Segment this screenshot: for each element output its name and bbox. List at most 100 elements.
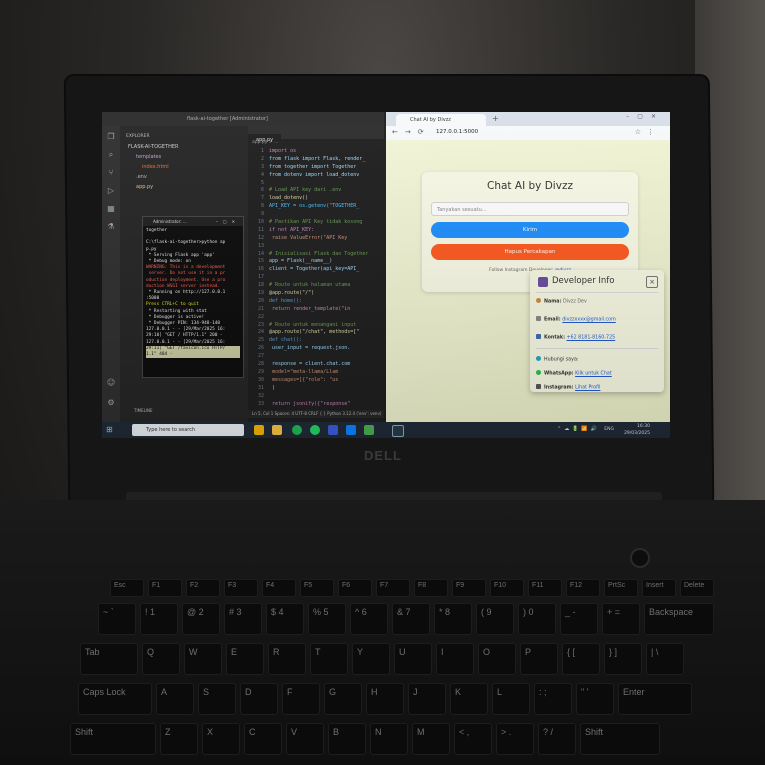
key-[interactable]: > . bbox=[496, 723, 534, 755]
key-n[interactable]: N bbox=[370, 723, 408, 755]
key-m[interactable]: M bbox=[412, 723, 450, 755]
key-[interactable]: | \ bbox=[646, 643, 684, 675]
terminal-window[interactable]: Administrator: ... –▢✕ together C:\flask… bbox=[142, 216, 244, 378]
vscode-editor[interactable]: app.py app.py > ... 1 import os 2 from flas… bbox=[248, 126, 384, 422]
windows-start-icon[interactable]: ⊞ bbox=[106, 425, 113, 435]
key-9[interactable]: ( 9 bbox=[476, 603, 514, 635]
key-z[interactable]: Z bbox=[160, 723, 198, 755]
search-icon[interactable]: ⌕ bbox=[106, 150, 116, 160]
key-e[interactable]: E bbox=[226, 643, 264, 675]
key-backspace[interactable]: Backspace bbox=[644, 603, 714, 635]
source-control-icon[interactable]: ⑂ bbox=[106, 168, 116, 178]
key-[interactable]: _ - bbox=[560, 603, 598, 635]
extensions-icon[interactable]: ▦ bbox=[106, 204, 116, 214]
key-b[interactable]: B bbox=[328, 723, 366, 755]
key-k[interactable]: K bbox=[450, 683, 488, 715]
key-x[interactable]: X bbox=[202, 723, 240, 755]
browser-tab[interactable]: Chat AI by Divzz bbox=[396, 114, 486, 126]
language-indicator[interactable]: ENG bbox=[604, 426, 614, 433]
key-f6[interactable]: F6 bbox=[338, 579, 372, 597]
url-field[interactable]: 127.0.0.1:5000 bbox=[436, 129, 478, 135]
key-5[interactable]: % 5 bbox=[308, 603, 346, 635]
vscode-icon[interactable] bbox=[346, 425, 356, 435]
key-[interactable]: ? / bbox=[538, 723, 576, 755]
key-6[interactable]: ^ 6 bbox=[350, 603, 388, 635]
key-[interactable]: : ; bbox=[534, 683, 572, 715]
key-delete[interactable]: Delete bbox=[680, 579, 714, 597]
key-q[interactable]: Q bbox=[142, 643, 180, 675]
key-t[interactable]: T bbox=[310, 643, 348, 675]
chrome-app-icon[interactable] bbox=[364, 425, 374, 435]
key-d[interactable]: D bbox=[240, 683, 278, 715]
key-7[interactable]: & 7 bbox=[392, 603, 430, 635]
system-clock[interactable]: ENG 16:30 29/03/2025 bbox=[604, 423, 650, 437]
key-u[interactable]: U bbox=[394, 643, 432, 675]
key-[interactable]: < , bbox=[454, 723, 492, 755]
key-g[interactable]: G bbox=[324, 683, 362, 715]
key-[interactable]: + = bbox=[602, 603, 640, 635]
terminal-app-icon[interactable] bbox=[392, 425, 404, 437]
app-icon[interactable] bbox=[328, 425, 338, 435]
taskbar-search[interactable]: Type here to search bbox=[132, 424, 244, 436]
key-f[interactable]: F bbox=[282, 683, 320, 715]
clear-chat-button[interactable]: Hapus Percakapan bbox=[431, 244, 629, 260]
key-p[interactable]: P bbox=[520, 643, 558, 675]
explorer-item-env[interactable]: .env bbox=[120, 172, 248, 182]
instagram-link[interactable]: Lihat Profil bbox=[575, 386, 600, 391]
chat-input[interactable]: Tanyakan sesuatu... bbox=[431, 202, 629, 216]
key-3[interactable]: # 3 bbox=[224, 603, 262, 635]
run-debug-icon[interactable]: ▷ bbox=[106, 186, 116, 196]
key-prtsc[interactable]: PrtSc bbox=[604, 579, 638, 597]
key-a[interactable]: A bbox=[156, 683, 194, 715]
key-[interactable]: " ' bbox=[576, 683, 614, 715]
key-f10[interactable]: F10 bbox=[490, 579, 524, 597]
timeline-section[interactable]: TIMELINE bbox=[120, 408, 262, 416]
key-i[interactable]: I bbox=[436, 643, 474, 675]
files-icon[interactable]: ❐ bbox=[106, 132, 116, 142]
email-link[interactable]: divzzxxxx@gmail.com bbox=[562, 318, 616, 323]
file-explorer-icon[interactable] bbox=[272, 425, 282, 435]
explorer-item-index-html[interactable]: index.html bbox=[120, 162, 248, 172]
key-f8[interactable]: F8 bbox=[414, 579, 448, 597]
chrome-icon[interactable] bbox=[254, 425, 264, 435]
key-c[interactable]: C bbox=[244, 723, 282, 755]
whatsapp-link[interactable]: Klik untuk Chat bbox=[575, 372, 612, 377]
key-1[interactable]: ! 1 bbox=[140, 603, 178, 635]
key-8[interactable]: * 8 bbox=[434, 603, 472, 635]
key-r[interactable]: R bbox=[268, 643, 306, 675]
key-2[interactable]: @ 2 bbox=[182, 603, 220, 635]
settings-gear-icon[interactable]: ⚙ bbox=[106, 398, 116, 408]
key-v[interactable]: V bbox=[286, 723, 324, 755]
key-h[interactable]: H bbox=[366, 683, 404, 715]
key-f2[interactable]: F2 bbox=[186, 579, 220, 597]
key-enter[interactable]: Enter bbox=[618, 683, 692, 715]
key-capslock[interactable]: Caps Lock bbox=[78, 683, 152, 715]
key-0[interactable]: ) 0 bbox=[518, 603, 556, 635]
explorer-project[interactable]: FLASK-AI-TOGETHER bbox=[120, 142, 248, 152]
key-f5[interactable]: F5 bbox=[300, 579, 334, 597]
key-f7[interactable]: F7 bbox=[376, 579, 410, 597]
key-shift[interactable]: Shift bbox=[580, 723, 660, 755]
contact-link[interactable]: +62 8181-8160-725 bbox=[567, 336, 616, 341]
key-f3[interactable]: F3 bbox=[224, 579, 258, 597]
nav-arrows-icon[interactable]: ←→⟳ bbox=[392, 128, 431, 136]
key-shift[interactable]: Shift bbox=[70, 723, 156, 755]
key-j[interactable]: J bbox=[408, 683, 446, 715]
key-o[interactable]: O bbox=[478, 643, 516, 675]
key-f9[interactable]: F9 bbox=[452, 579, 486, 597]
key-f12[interactable]: F12 bbox=[566, 579, 600, 597]
key-y[interactable]: Y bbox=[352, 643, 390, 675]
key-s[interactable]: S bbox=[198, 683, 236, 715]
window-controls-icon[interactable]: –▢✕ bbox=[626, 113, 664, 120]
send-button[interactable]: Kirim bbox=[431, 222, 629, 238]
new-tab-icon[interactable]: + bbox=[492, 114, 499, 123]
browser-menu-icon[interactable]: ☆⋮ bbox=[635, 128, 660, 136]
key-l[interactable]: L bbox=[492, 683, 530, 715]
system-tray-icons[interactable]: ⌃☁🔋📶🔊 bbox=[557, 426, 600, 432]
key-f11[interactable]: F11 bbox=[528, 579, 562, 597]
key-[interactable]: { [ bbox=[562, 643, 600, 675]
key-tab[interactable]: Tab bbox=[80, 643, 138, 675]
explorer-item-app-py[interactable]: app.py bbox=[120, 182, 248, 192]
spotify-icon[interactable] bbox=[292, 425, 302, 435]
explorer-item-templates[interactable]: templates bbox=[120, 152, 248, 162]
